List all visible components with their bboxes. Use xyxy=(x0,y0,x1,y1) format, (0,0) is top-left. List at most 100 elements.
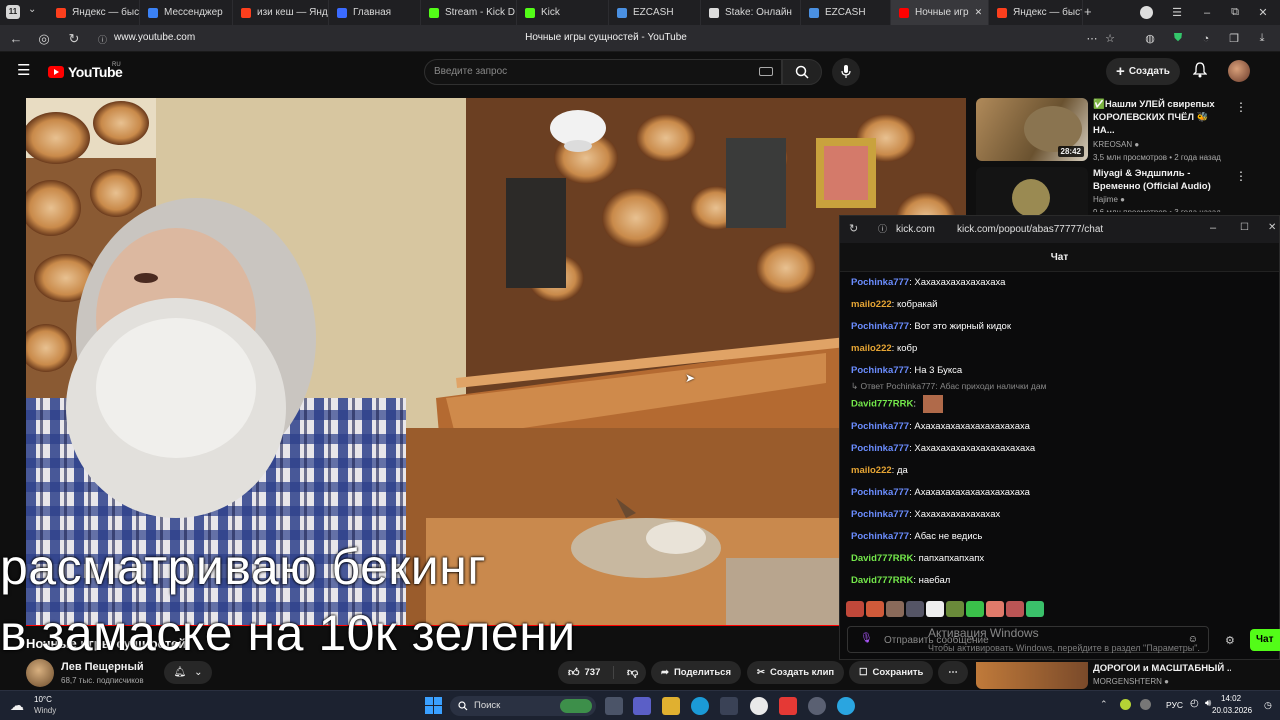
rec-title[interactable]: Miyagi & Эндшпиль - Временно (Official A… xyxy=(1093,167,1231,193)
chat-username[interactable]: Pochinka777 xyxy=(851,421,909,432)
task-view-icon[interactable] xyxy=(605,697,623,715)
volume-icon[interactable]: 🔊︎ xyxy=(1205,698,1211,709)
clock-time[interactable]: 14:02 xyxy=(1221,694,1241,703)
file-explorer-icon[interactable] xyxy=(662,697,680,715)
create-button[interactable]: + Создать xyxy=(1106,58,1180,85)
clock-date[interactable]: 20.03.2026 xyxy=(1212,706,1252,715)
rec-channel[interactable]: KREOSAN ● xyxy=(1093,138,1231,151)
browser-tab[interactable]: EZCASH xyxy=(801,0,891,25)
shield-icon[interactable]: ◎ xyxy=(32,25,56,52)
rec-info-1[interactable]: ✅Нашли УЛЕЙ свирепых КОРОЛЕВСКИХ ПЧЁЛ 🐝 … xyxy=(1093,98,1231,164)
rec-info-3[interactable]: ДОРОГОИ и МАСШТАБНЫЙ ... MORGENSHTERN ● xyxy=(1093,662,1231,688)
rec-channel[interactable]: Hajime ● xyxy=(1093,193,1231,206)
notification-icon[interactable]: ◷ xyxy=(1264,700,1272,711)
emote-icon[interactable] xyxy=(846,601,864,617)
browser-tab[interactable]: Stake: Онлайн xyxy=(701,0,801,25)
bookmark-icon[interactable]: ☆ xyxy=(1098,25,1122,52)
rec-thumbnail-2[interactable] xyxy=(976,167,1088,217)
browser-tab[interactable]: Ночные игр ✕ xyxy=(891,0,989,25)
maximize-button[interactable]: ⧉ xyxy=(1220,0,1250,25)
chat-username[interactable]: Pochinka777 xyxy=(851,277,909,288)
chat-username[interactable]: David777RRK xyxy=(851,399,913,410)
browser-tab[interactable]: Яндекс — быст xyxy=(989,0,1083,25)
emote-icon[interactable] xyxy=(946,601,964,617)
keyboard-icon[interactable] xyxy=(759,67,773,76)
steam-icon[interactable] xyxy=(808,697,826,715)
tab-counter-icon[interactable]: 11 xyxy=(6,5,20,19)
chat-send-button[interactable]: Чат xyxy=(1250,629,1280,651)
emote-icon[interactable] xyxy=(966,601,984,617)
tabs-icon[interactable]: ❐ xyxy=(1222,25,1246,52)
rec-thumbnail-1[interactable]: 28:42 xyxy=(976,98,1088,161)
chat-username[interactable]: Pochinka777 xyxy=(851,443,909,454)
rec-info-2[interactable]: Miyagi & Эндшпиль - Временно (Official A… xyxy=(1093,167,1231,212)
dislike-button[interactable]: 👎︎ xyxy=(619,666,638,679)
extension-icon[interactable]: ◔ xyxy=(1194,25,1218,52)
minimize-button[interactable]: – xyxy=(1210,222,1216,234)
chat-username[interactable]: David777RRK xyxy=(851,553,913,564)
close-button[interactable]: ✕ xyxy=(1248,0,1278,25)
chat-username[interactable]: Pochinka777 xyxy=(851,321,909,332)
clip-button[interactable]: ✂ Создать клип xyxy=(747,661,845,684)
network-icon[interactable]: ◴ xyxy=(1190,698,1199,709)
store-icon[interactable] xyxy=(720,697,738,715)
emote-icon[interactable] xyxy=(1006,601,1024,617)
tray-app-icon[interactable] xyxy=(1120,699,1131,710)
more-actions-button[interactable]: ⋯ xyxy=(938,661,968,684)
channel-name[interactable]: Лев Пещерный xyxy=(61,661,144,673)
teams-icon[interactable] xyxy=(633,697,651,715)
browser-tab[interactable]: изи кеш — Янд xyxy=(233,0,329,25)
browser-tab[interactable]: Яндекс — быст xyxy=(48,0,140,25)
rec-thumbnail-3[interactable] xyxy=(976,662,1088,689)
channel-avatar[interactable] xyxy=(26,659,54,687)
vpn-icon[interactable]: ⛊ xyxy=(1166,25,1190,52)
edge-icon[interactable] xyxy=(691,697,709,715)
browser-tab[interactable]: Главная xyxy=(329,0,421,25)
telegram-icon[interactable] xyxy=(837,697,855,715)
microphone-icon[interactable]: 🎙︎ xyxy=(860,633,873,644)
browser-tab[interactable]: EZCASH xyxy=(609,0,701,25)
maximize-button[interactable]: ☐ xyxy=(1240,222,1249,233)
yandex-icon[interactable] xyxy=(779,697,797,715)
chat-username[interactable]: mailo222 xyxy=(851,343,892,354)
browser-tab[interactable]: Kick xyxy=(517,0,609,25)
chat-username[interactable]: mailo222 xyxy=(851,299,892,310)
browser-tab[interactable]: Мессенджер xyxy=(140,0,233,25)
account-avatar[interactable] xyxy=(1228,60,1250,82)
popout-url[interactable]: kick.com/popout/abas77777/chat xyxy=(957,224,1103,235)
notifications-bell-icon[interactable] xyxy=(1192,62,1208,83)
share-button[interactable]: ➦ Поделиться xyxy=(651,661,741,684)
more-vert-icon[interactable]: ⋮ xyxy=(1235,169,1247,183)
chevron-up-icon[interactable]: ⌃ xyxy=(1100,699,1108,710)
back-icon[interactable]: ← xyxy=(4,25,28,52)
language-indicator[interactable]: РУС xyxy=(1166,700,1183,710)
chevron-down-icon[interactable]: ⌄ xyxy=(28,4,36,15)
chat-username[interactable]: David777RRK xyxy=(851,575,913,586)
url-field[interactable]: www.youtube.com xyxy=(114,32,195,43)
new-tab-button[interactable]: + xyxy=(1084,5,1092,19)
like-button[interactable]: 👍︎ 737 xyxy=(558,666,614,679)
rec-title[interactable]: ✅Нашли УЛЕЙ свирепых КОРОЛЕВСКИХ ПЧЁЛ 🐝 … xyxy=(1093,98,1231,137)
emote-icon[interactable] xyxy=(906,601,924,617)
minimize-button[interactable]: – xyxy=(1192,0,1222,25)
emote-icon[interactable] xyxy=(986,601,1004,617)
weather-icon[interactable]: ☁ xyxy=(10,697,24,714)
rec-title[interactable]: ДОРОГОИ и МАСШТАБНЫЙ ... xyxy=(1093,662,1231,675)
more-vert-icon[interactable]: ⋮ xyxy=(1235,100,1247,114)
browser-tab[interactable]: Stream - Kick D xyxy=(421,0,517,25)
reload-icon[interactable]: ↻ xyxy=(849,222,858,235)
emote-icon[interactable] xyxy=(886,601,904,617)
emote-icon[interactable] xyxy=(1026,601,1044,617)
reload-icon[interactable]: ↻ xyxy=(62,25,86,52)
globe-icon[interactable]: ◍ xyxy=(1138,25,1162,52)
chat-username[interactable]: mailo222 xyxy=(851,465,892,476)
youtube-logo-icon[interactable] xyxy=(48,66,64,78)
hamburger-menu-icon[interactable]: ☰ xyxy=(17,63,30,78)
chat-username[interactable]: Pochinka777 xyxy=(851,487,909,498)
subscribed-button[interactable]: 🔔︎ ⌄ xyxy=(164,661,212,684)
emote-icon[interactable] xyxy=(866,601,884,617)
save-button[interactable]: ☐ Сохранить xyxy=(849,661,934,684)
profile-icon[interactable] xyxy=(1140,6,1153,19)
chat-username[interactable]: Pochinka777 xyxy=(851,365,909,376)
download-icon[interactable]: ⤓ xyxy=(1250,25,1274,52)
